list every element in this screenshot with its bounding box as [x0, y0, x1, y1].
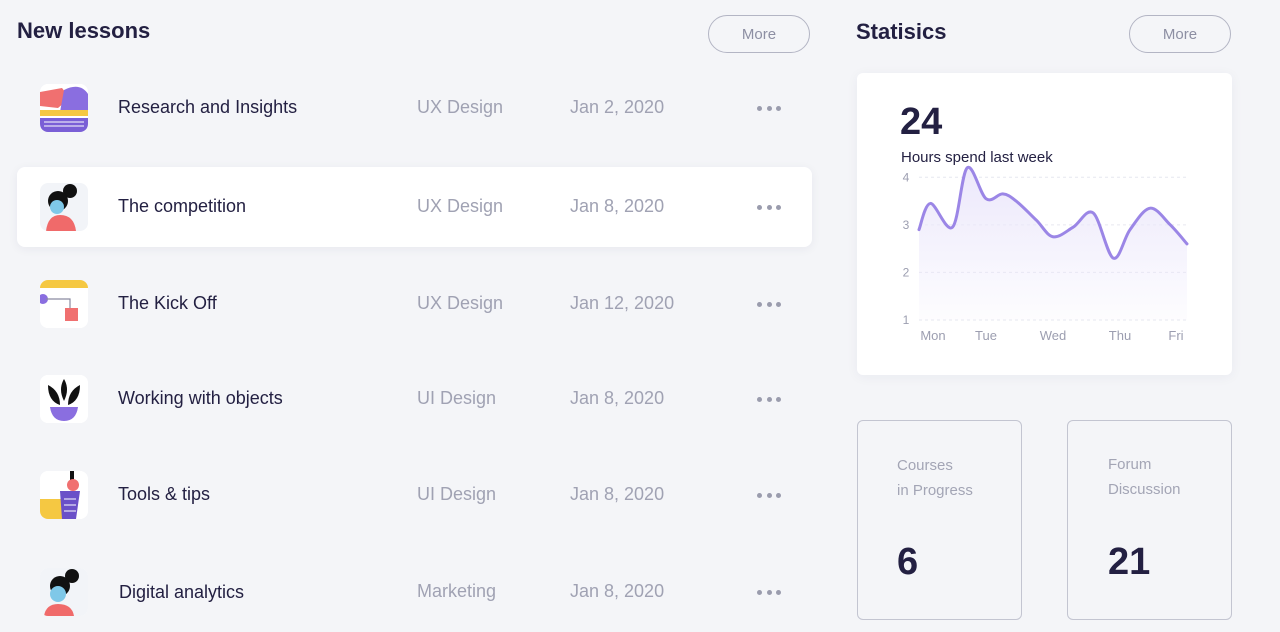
lesson-row[interactable]: Working with objects UI Design Jan 8, 20… [17, 359, 812, 439]
lesson-date: Jan 8, 2020 [570, 196, 665, 216]
research-thumbnail [40, 84, 88, 132]
kickoff-thumbnail [40, 280, 88, 328]
x-tick-label: Thu [1109, 328, 1131, 343]
courses-label-line2: in Progress [897, 482, 973, 499]
statistics-title: Statisics [856, 19, 947, 44]
lesson-date: Jan 8, 2020 [570, 581, 665, 601]
lesson-title: Research and Insights [118, 97, 298, 117]
new-lessons-title: New lessons [17, 18, 151, 43]
forum-discussion-card[interactable]: Forum Discussion 21 [1067, 420, 1232, 620]
lesson-row[interactable]: The Kick Off UX Design Jan 12, 2020 [17, 264, 812, 344]
y-tick-label: 3 [903, 218, 910, 232]
x-tick-label: Fri [1168, 328, 1183, 343]
more-options-icon[interactable] [757, 200, 781, 214]
x-tick-label: Wed [1040, 328, 1067, 343]
forum-value: 21 [1108, 541, 1151, 583]
lesson-title: Digital analytics [119, 582, 245, 602]
competition-thumbnail [40, 183, 88, 231]
lesson-category: Marketing [417, 581, 497, 601]
x-tick-label: Tue [975, 328, 997, 343]
lesson-title: Tools & tips [118, 484, 211, 504]
statistics-more-button[interactable]: More [1129, 15, 1231, 53]
lesson-date: Jan 12, 2020 [570, 293, 675, 313]
courses-label-line1: Courses [897, 457, 953, 474]
lesson-title: The competition [118, 196, 247, 216]
lesson-category: UX Design [417, 97, 504, 117]
lesson-title: The Kick Off [118, 293, 217, 313]
forum-label-line1: Forum [1108, 456, 1152, 473]
forum-label-line2: Discussion [1108, 481, 1181, 498]
lesson-row[interactable]: Digital analytics Marketing Jan 8, 2020 [17, 552, 812, 632]
y-tick-label: 1 [903, 313, 910, 327]
lesson-title: Working with objects [118, 388, 283, 408]
lesson-category: UI Design [417, 484, 497, 504]
tools-thumbnail [40, 471, 88, 519]
lesson-date: Jan 8, 2020 [570, 388, 665, 408]
x-tick-label: Mon [920, 328, 945, 343]
more-options-icon[interactable] [757, 297, 781, 311]
lesson-date: Jan 2, 2020 [570, 97, 665, 117]
objects-thumbnail [40, 375, 88, 423]
lesson-row[interactable]: Research and Insights UX Design Jan 2, 2… [17, 68, 812, 148]
more-options-icon[interactable] [757, 488, 781, 502]
lesson-row[interactable]: Tools & tips UI Design Jan 8, 2020 [17, 455, 812, 535]
lesson-date: Jan 8, 2020 [570, 484, 665, 504]
y-tick-label: 4 [903, 170, 910, 184]
hours-line-chart: 1 2 3 4 Mon Tue Wed Thu Fri [903, 166, 1189, 343]
lesson-row[interactable]: The competition UX Design Jan 8, 2020 [17, 167, 812, 247]
hours-chart-card: 24 Hours spend last week 1 2 3 4 Mon Tue Wed Th… [857, 73, 1232, 375]
more-options-icon[interactable] [757, 392, 781, 406]
courses-value: 6 [897, 541, 919, 583]
more-options-icon[interactable] [757, 585, 781, 599]
y-tick-label: 2 [903, 265, 910, 279]
series-area [919, 167, 1187, 320]
lesson-category: UX Design [417, 293, 504, 313]
more-options-icon[interactable] [757, 101, 781, 115]
lesson-category: UI Design [417, 388, 497, 408]
courses-in-progress-card[interactable]: Courses in Progress 6 [857, 420, 1022, 620]
lesson-category: UX Design [417, 196, 504, 216]
lessons-more-button[interactable]: More [708, 15, 810, 53]
